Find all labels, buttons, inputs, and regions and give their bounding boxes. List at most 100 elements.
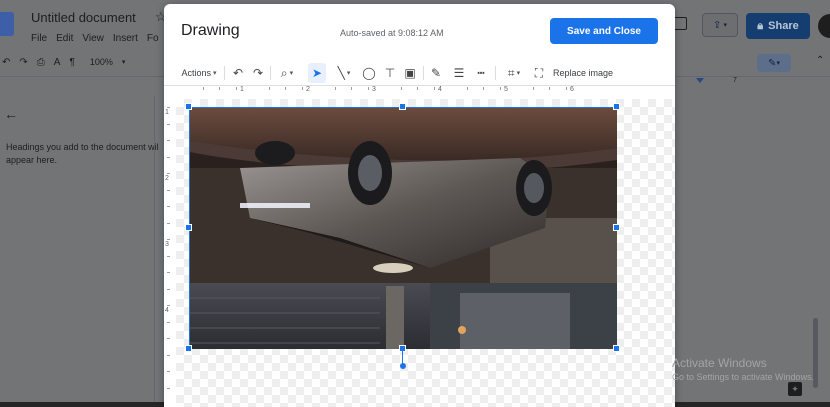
ruler-number: 2: [165, 175, 169, 182]
outline-placeholder: Headings you add to the document wil app…: [6, 141, 164, 167]
resize-handle-top-left[interactable]: [185, 103, 192, 110]
resize-handle-left[interactable]: [185, 224, 192, 231]
select-tool-icon[interactable]: ➤: [308, 63, 326, 83]
border-dash-icon[interactable]: ┅: [472, 60, 490, 86]
outline-line-1: Headings you add to the document wil: [6, 142, 159, 152]
actions-label: Actions: [181, 68, 211, 78]
crop-icon[interactable]: ⌗ ▾: [500, 60, 528, 86]
document-title[interactable]: Untitled document: [31, 10, 136, 25]
drawing-dialog: Drawing Auto-saved at 9:08:12 AM Save an…: [164, 4, 675, 407]
ruler-number: 1: [165, 109, 169, 116]
replace-image-button[interactable]: Replace image: [553, 60, 613, 86]
share-label: Share: [768, 20, 799, 32]
menu-insert[interactable]: Insert: [113, 33, 138, 44]
vertical-ruler: 1 2 3 4: [164, 99, 174, 407]
back-arrow-icon[interactable]: ←: [4, 106, 18, 122]
ruler-tick: [167, 338, 170, 339]
menu-file[interactable]: File: [31, 33, 47, 44]
ruler-tick: [167, 173, 170, 174]
ruler-tick: [167, 140, 170, 141]
drawing-toolbar: Actions ▾ ↶ ↷ ⌕ ▾ ➤ ╲ ▾ ◯ ⊤ ▣ ✎ ☰ ┅ ⌗ ▾ ⛶ Re…: [164, 60, 675, 86]
car-photo: [190, 108, 617, 349]
chevron-down-icon: ▾: [213, 70, 217, 77]
docs-toolbar: ↶ ↷ ⎙ A ¶ 100% ▾: [0, 54, 164, 70]
share-button[interactable]: 🔒︎ Share: [746, 13, 810, 39]
ruler-tick: [301, 87, 303, 90]
avatar[interactable]: [818, 14, 830, 38]
ruler-number: 4: [165, 307, 169, 314]
ruler-tick: [167, 371, 170, 372]
undo-icon[interactable]: ↶: [230, 60, 246, 86]
editing-mode-button[interactable]: ✎ ▾: [757, 54, 791, 72]
ruler-tick: [351, 87, 352, 90]
resize-handle-top-right[interactable]: [613, 103, 620, 110]
resize-handle-right[interactable]: [613, 224, 620, 231]
image-icon[interactable]: ▣: [402, 60, 418, 86]
lock-icon: 🔒︎: [757, 19, 764, 32]
rotate-stem: [402, 349, 403, 364]
chevron-down-icon[interactable]: ▾: [122, 58, 126, 66]
ruler-tick: [167, 288, 170, 290]
dialog-title: Drawing: [181, 22, 240, 39]
selected-image[interactable]: [189, 107, 617, 349]
toolbar-separator: [270, 66, 271, 80]
redo-icon[interactable]: ↷: [250, 60, 266, 86]
print-icon[interactable]: ⎙: [37, 57, 45, 68]
explore-icon[interactable]: ✦: [788, 382, 802, 396]
ruler-tick: [433, 87, 435, 90]
menu-format[interactable]: Fo: [147, 33, 159, 44]
resize-handle-top[interactable]: [399, 103, 406, 110]
outline-line-2: appear here.: [6, 155, 58, 165]
ruler-tick: [167, 354, 170, 356]
ruler-tick: [167, 107, 170, 108]
present-button[interactable]: ⇪ ▾: [702, 13, 738, 37]
image-options-icon[interactable]: ⛶: [531, 60, 547, 86]
ruler-tick: [167, 239, 170, 240]
ruler-number: 3: [372, 86, 376, 93]
undo-icon[interactable]: ↶: [2, 57, 10, 68]
spellcheck-icon[interactable]: A: [54, 57, 61, 68]
ruler-tick: [167, 222, 170, 224]
shape-tool-icon[interactable]: ◯: [361, 60, 377, 86]
ruler-number: 7: [733, 77, 737, 84]
toolbar-separator: [423, 66, 424, 80]
rotate-handle[interactable]: [400, 363, 406, 369]
zoom-select[interactable]: 100%: [90, 57, 113, 67]
resize-handle-bottom-right[interactable]: [613, 345, 620, 352]
ruler-number: 5: [504, 86, 508, 93]
drawing-canvas-area: 1 2 3 4 5 6 1 2 3 4: [164, 86, 675, 407]
zoom-icon[interactable]: ⌕ ▾: [275, 60, 299, 86]
ruler-tick: [532, 87, 534, 90]
line-tool-icon[interactable]: ╲ ▾: [330, 60, 358, 86]
docs-logo-icon[interactable]: [0, 12, 14, 36]
save-and-close-button[interactable]: Save and Close: [550, 18, 658, 44]
border-color-icon[interactable]: ✎: [428, 60, 444, 86]
collapse-toolbar-icon[interactable]: ⌃: [816, 55, 824, 66]
border-weight-icon[interactable]: ☰: [450, 60, 468, 86]
comment-icon[interactable]: [673, 17, 687, 30]
ruler-tick: [268, 87, 270, 90]
resize-handle-bottom-left[interactable]: [185, 345, 192, 352]
docs-menubar: File Edit View Insert Fo: [31, 33, 159, 44]
text-box-icon[interactable]: ⊤: [382, 60, 398, 86]
docs-vertical-ruler: [154, 96, 164, 407]
horizontal-ruler: 1 2 3 4 5 6: [182, 86, 675, 96]
ruler-tick: [565, 87, 567, 90]
present-icon: ⇪: [713, 19, 722, 31]
redo-icon[interactable]: ↷: [19, 57, 27, 68]
ruler-tick: [235, 87, 237, 90]
menu-view[interactable]: View: [82, 33, 104, 44]
ruler-tick: [367, 87, 369, 90]
chevron-down-icon: ▾: [776, 60, 780, 67]
toolbar-separator: [495, 66, 496, 80]
ruler-number: 6: [570, 86, 574, 93]
ruler-tick: [400, 87, 402, 90]
paint-format-icon[interactable]: ¶: [69, 57, 74, 68]
menu-edit[interactable]: Edit: [56, 33, 73, 44]
ruler-tick: [549, 87, 550, 90]
ruler-tick: [167, 321, 170, 323]
activate-windows-watermark: Activate Windows Go to Settings to activ…: [672, 356, 814, 382]
actions-menu[interactable]: Actions ▾: [180, 60, 218, 86]
ruler-tick: [334, 87, 336, 90]
ruler-number: 3: [165, 241, 169, 248]
